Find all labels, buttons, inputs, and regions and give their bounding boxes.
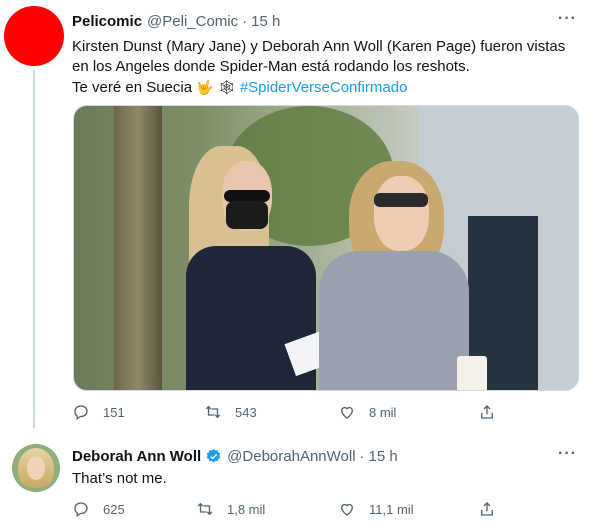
more-icon[interactable]: ··· xyxy=(558,10,577,28)
like-button[interactable]: 11,1 mil xyxy=(338,500,414,518)
photo-person2-body xyxy=(319,251,469,390)
tweet-photo[interactable] xyxy=(73,105,579,391)
photo-person1-mask xyxy=(226,201,268,229)
avatar[interactable] xyxy=(4,6,64,66)
retweet-icon xyxy=(205,405,221,419)
tweet-actions: 151 543 8 mil xyxy=(72,402,512,422)
author-handle[interactable]: @DeborahAnnWoll xyxy=(227,448,355,465)
avatar-face xyxy=(27,456,45,480)
more-icon[interactable]: ··· xyxy=(558,445,577,463)
hashtag-link[interactable]: #SpiderVerseConfirmado xyxy=(240,79,408,96)
reply-icon xyxy=(74,502,88,518)
share-button[interactable] xyxy=(478,403,509,421)
verified-badge-icon xyxy=(206,448,221,462)
photo-person2-glasses xyxy=(374,193,428,207)
reply-icon xyxy=(74,405,88,421)
retweet-button[interactable]: 1,8 mil xyxy=(196,500,265,518)
heart-icon xyxy=(341,503,353,516)
photo-cup xyxy=(457,356,487,390)
retweet-count: 1,8 mil xyxy=(227,501,266,517)
share-icon xyxy=(481,502,493,516)
tweet-text-line: Te veré en Suecia 🤟 🕸 #SpiderVerseConfir… xyxy=(72,77,577,98)
like-count: 8 mil xyxy=(369,404,397,420)
share-icon xyxy=(481,405,493,419)
tweet-text: Kirsten Dunst (Mary Jane) y Deborah Ann … xyxy=(72,37,577,98)
tweet-text-line: en los Angeles donde Spider-Man está rod… xyxy=(72,58,470,75)
heart-icon xyxy=(341,406,353,419)
retweet-icon xyxy=(197,502,213,516)
rock-hand-emoji: 🤟 xyxy=(196,79,214,95)
retweet-button[interactable]: 543 xyxy=(204,403,257,421)
reply-count: 625 xyxy=(103,501,125,517)
tweet-actions: 625 1,8 mil 11,1 mil xyxy=(72,499,512,519)
tweet-text: That’s not me. xyxy=(72,470,167,487)
tweet-header: Deborah Ann Woll @DeborahAnnWoll · 15 h xyxy=(72,446,398,466)
separator-dot: · xyxy=(242,12,248,30)
like-count: 11,1 mil xyxy=(369,501,414,517)
author-handle[interactable]: @Peli_Comic xyxy=(147,13,238,30)
timestamp[interactable]: 15 h xyxy=(369,448,398,465)
separator-dot: · xyxy=(359,447,365,465)
tweet-text-fragment: Te veré en Suecia xyxy=(72,79,193,96)
reply-button[interactable]: 625 xyxy=(72,500,125,518)
retweet-count: 543 xyxy=(235,404,257,420)
share-button[interactable] xyxy=(478,500,509,518)
reply-button[interactable]: 151 xyxy=(72,403,125,421)
photo-tree xyxy=(114,106,162,390)
tweet-text-line: Kirsten Dunst (Mary Jane) y Deborah Ann … xyxy=(72,38,566,55)
timestamp[interactable]: 15 h xyxy=(251,13,280,30)
thread-connector-line xyxy=(33,70,35,428)
spider-web-emoji: 🕸 xyxy=(217,79,236,95)
author-name[interactable]: Deborah Ann Woll xyxy=(72,448,201,465)
author-name[interactable]: Pelicomic xyxy=(72,13,142,30)
like-button[interactable]: 8 mil xyxy=(338,403,396,421)
avatar[interactable] xyxy=(12,444,60,492)
photo-person2-face xyxy=(374,176,429,251)
reply-count: 151 xyxy=(103,404,125,420)
tweet-header: Pelicomic @Peli_Comic · 15 h xyxy=(72,11,280,31)
